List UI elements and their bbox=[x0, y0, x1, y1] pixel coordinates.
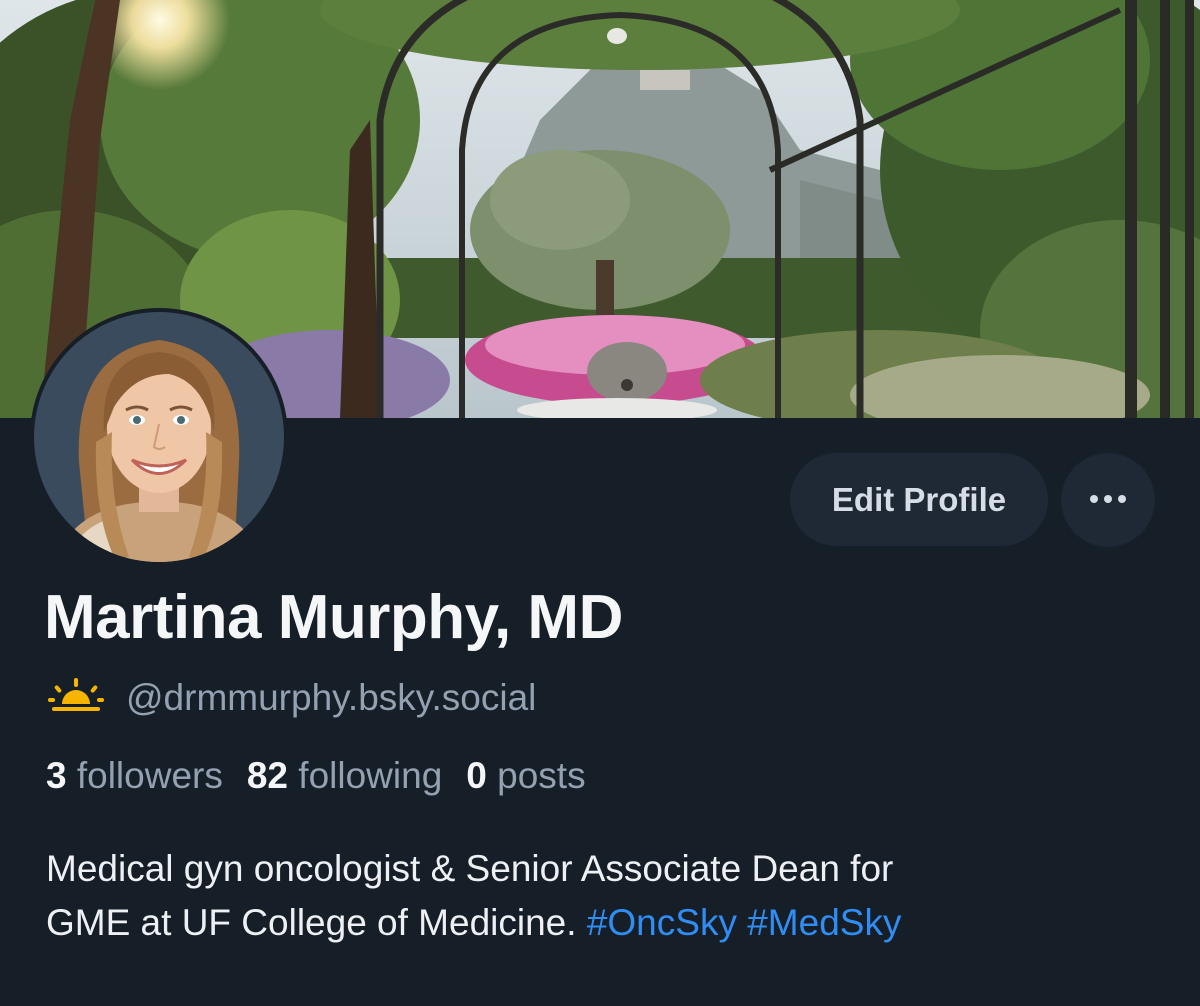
profile-bio: Medical gyn oncologist & Senior Associat… bbox=[46, 842, 1156, 950]
following-count: 82 bbox=[246, 755, 289, 796]
avatar[interactable] bbox=[34, 312, 284, 562]
hashtag-link[interactable]: #MedSky bbox=[747, 902, 901, 943]
following-stat[interactable]: 82 following bbox=[247, 755, 442, 797]
following-label: following bbox=[298, 755, 443, 796]
hashtag-link[interactable]: #OncSky bbox=[587, 902, 737, 943]
bio-line-1: Medical gyn oncologist & Senior Associat… bbox=[46, 848, 894, 889]
display-name: Martina Murphy, MD bbox=[44, 583, 623, 652]
posts-label: posts bbox=[497, 755, 586, 796]
edit-profile-label: Edit Profile bbox=[831, 480, 1007, 518]
followers-count: 3 bbox=[46, 755, 67, 796]
more-options-button[interactable] bbox=[1061, 453, 1155, 547]
profile-stats: 3 followers 82 following 0 posts bbox=[46, 755, 610, 797]
posts-stat: 0 posts bbox=[466, 755, 585, 797]
bio-line-2: GME at UF College of Medicine. bbox=[46, 902, 577, 943]
followers-stat[interactable]: 3 followers bbox=[46, 755, 223, 797]
posts-count: 0 bbox=[466, 755, 487, 796]
ellipsis-icon bbox=[1088, 493, 1128, 508]
avatar-ring bbox=[30, 308, 288, 566]
handle: @drmmurphy.bsky.social bbox=[126, 677, 537, 718]
handle-row: @drmmurphy.bsky.social bbox=[48, 672, 536, 724]
edit-profile-button[interactable]: Edit Profile bbox=[790, 453, 1048, 546]
followers-label: followers bbox=[76, 755, 223, 796]
sunrise-icon bbox=[48, 676, 104, 721]
